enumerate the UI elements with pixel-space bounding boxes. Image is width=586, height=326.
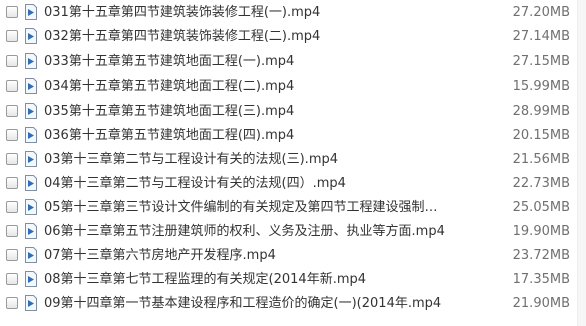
file-name[interactable]: 06第十三章第五节注册建筑师的权利、义务及注册、执业等方面.mp4: [44, 223, 449, 241]
file-name[interactable]: 04第十三章第二节与工程设计有关的法规(四）.mp4: [44, 175, 449, 193]
video-file-icon: [24, 151, 38, 167]
file-name[interactable]: 032第十五章第四节建筑装饰装修工程(二).mp4: [44, 28, 449, 46]
list-item[interactable]: 035第十五章第五节建筑地面工程(三).mp4 28.99MB: [0, 100, 586, 124]
video-file-icon: [24, 103, 38, 119]
video-file-icon: [24, 175, 38, 191]
list-item[interactable]: 06第十三章第五节注册建筑师的权利、义务及注册、执业等方面.mp4 19.90M…: [0, 220, 586, 244]
file-size: 27.14MB: [512, 29, 570, 44]
file-size: 22.73MB: [512, 176, 570, 191]
checkbox[interactable]: [6, 55, 18, 67]
video-file-icon: [24, 78, 38, 94]
list-item[interactable]: 033第十五章第五节建筑地面工程(一).mp4 27.15MB: [0, 50, 586, 74]
list-item[interactable]: 032第十五章第四节建筑装饰装修工程(二).mp4 27.14MB: [0, 25, 586, 49]
list-item[interactable]: 05第十三章第三节设计文件编制的有关规定及第四节工程建设强制性... 25.05…: [0, 196, 586, 220]
file-size: 21.56MB: [512, 152, 570, 167]
list-item[interactable]: 036第十五章第五节建筑地面工程(四).mp4 20.15MB: [0, 124, 586, 148]
list-item[interactable]: 09第十四章第一节基本建设程序和工程造价的确定(一)(2014年.mp4 21.…: [0, 292, 586, 316]
list-item[interactable]: 04第十三章第二节与工程设计有关的法规(四）.mp4 22.73MB: [0, 172, 586, 196]
file-name[interactable]: 036第十五章第五节建筑地面工程(四).mp4: [44, 127, 449, 145]
checkbox[interactable]: [6, 30, 18, 42]
file-name[interactable]: 034第十五章第五节建筑地面工程(二).mp4: [44, 78, 449, 96]
file-size: 28.99MB: [512, 104, 570, 119]
checkbox[interactable]: [6, 297, 18, 309]
list-item[interactable]: 034第十五章第五节建筑地面工程(二).mp4 15.99MB: [0, 75, 586, 99]
video-file-icon: [24, 4, 38, 20]
video-file-icon: [24, 53, 38, 69]
video-file-icon: [24, 28, 38, 44]
file-size: 20.15MB: [512, 128, 570, 143]
checkbox[interactable]: [6, 177, 18, 189]
file-name[interactable]: 033第十五章第五节建筑地面工程(一).mp4: [44, 53, 449, 71]
file-name[interactable]: 03第十三章第二节与工程设计有关的法规(三).mp4: [44, 151, 449, 169]
video-file-icon: [24, 199, 38, 215]
video-file-icon: [24, 271, 38, 287]
checkbox[interactable]: [6, 80, 18, 92]
video-file-icon: [24, 247, 38, 263]
video-file-icon: [24, 223, 38, 239]
checkbox[interactable]: [6, 153, 18, 165]
checkbox[interactable]: [6, 201, 18, 213]
file-name[interactable]: 05第十三章第三节设计文件编制的有关规定及第四节工程建设强制性...: [44, 199, 449, 217]
file-name[interactable]: 09第十四章第一节基本建设程序和工程造价的确定(一)(2014年.mp4: [44, 295, 449, 313]
file-name[interactable]: 08第十三章第七节工程监理的有关规定(2014年新.mp4: [44, 271, 449, 289]
checkbox[interactable]: [6, 273, 18, 285]
list-item[interactable]: 03第十三章第二节与工程设计有关的法规(三).mp4 21.56MB: [0, 148, 586, 172]
list-item[interactable]: 08第十三章第七节工程监理的有关规定(2014年新.mp4 17.35MB: [0, 268, 586, 292]
file-size: 27.20MB: [512, 5, 570, 20]
file-size: 19.90MB: [512, 224, 570, 239]
video-file-icon: [24, 127, 38, 143]
checkbox[interactable]: [6, 129, 18, 141]
file-size: 25.05MB: [512, 200, 570, 215]
file-size: 21.90MB: [512, 296, 570, 311]
file-size: 27.15MB: [512, 54, 570, 69]
video-file-icon: [24, 295, 38, 311]
checkbox[interactable]: [6, 6, 18, 18]
list-item[interactable]: 07第十三章第六节房地产开发程序.mp4 23.72MB: [0, 244, 586, 268]
file-size: 23.72MB: [512, 248, 570, 263]
file-size: 17.35MB: [512, 272, 570, 287]
file-list: 031第十五章第四节建筑装饰装修工程(一).mp4 27.20MB 032第十五…: [0, 0, 586, 326]
file-size: 15.99MB: [512, 79, 570, 94]
checkbox[interactable]: [6, 105, 18, 117]
file-name[interactable]: 07第十三章第六节房地产开发程序.mp4: [44, 247, 449, 265]
list-item[interactable]: 031第十五章第四节建筑装饰装修工程(一).mp4 27.20MB: [0, 1, 586, 25]
checkbox[interactable]: [6, 249, 18, 261]
checkbox[interactable]: [6, 225, 18, 237]
scrollbar-track[interactable]: [577, 0, 586, 326]
file-name[interactable]: 035第十五章第五节建筑地面工程(三).mp4: [44, 103, 449, 121]
file-name[interactable]: 031第十五章第四节建筑装饰装修工程(一).mp4: [44, 4, 449, 22]
